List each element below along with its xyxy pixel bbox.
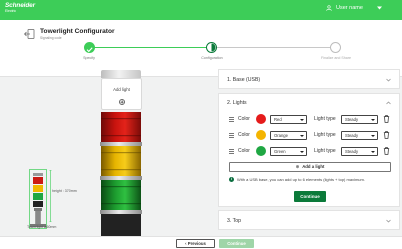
chevron-down-icon[interactable] [386, 219, 391, 223]
dropdown-arrow-icon [300, 134, 304, 137]
add-light-label: Add light [113, 87, 130, 92]
continue-button[interactable]: Continue [294, 191, 326, 202]
tower-caption: Towerlight ø60mm [27, 225, 57, 229]
light-type-value: Steady [345, 132, 359, 138]
trash-icon[interactable] [383, 147, 390, 155]
tower-cap [101, 70, 141, 78]
light-module-orange[interactable] [101, 146, 141, 176]
chevron-up-icon[interactable] [386, 101, 391, 105]
light-type-label: Light type [314, 148, 336, 154]
separator-ring [100, 142, 142, 146]
step-label-configuration: Configuration [201, 56, 223, 60]
color-select-value: Orange [274, 132, 288, 138]
step-label-finalize: Finalize and Share [321, 56, 351, 60]
info-icon: i [229, 177, 234, 182]
drag-handle-icon[interactable] [229, 117, 234, 122]
chevron-down-icon[interactable] [386, 78, 391, 82]
stepper-line-todo [217, 47, 335, 48]
separator-ring [100, 210, 142, 214]
section-top-title: 3. Top [227, 218, 242, 224]
dropdown-arrow-icon [300, 150, 304, 153]
exit-icon[interactable] [24, 29, 35, 39]
color-swatch [256, 146, 266, 156]
section-lights-title: 2. Lights [227, 100, 247, 106]
tower-base [101, 214, 141, 236]
height-label: height : 370mm [52, 189, 77, 193]
light-type-label: Light type [314, 132, 336, 138]
user-icon [326, 5, 332, 11]
page-subtitle: Signaling code [40, 36, 62, 40]
color-select[interactable]: Red [270, 114, 307, 124]
drag-handle-icon[interactable] [229, 133, 234, 138]
brand-sub: Electric [5, 9, 17, 14]
light-type-select[interactable]: Steady [341, 146, 378, 156]
light-row-orange: Color Orange Light type Steady [229, 130, 397, 140]
trash-icon[interactable] [383, 131, 390, 139]
chevron-down-icon [376, 6, 382, 10]
step-label-specify: Specify [83, 56, 95, 60]
brand-logo[interactable]: Schneider Electric [5, 2, 35, 14]
add-light-slot[interactable]: Add light [101, 78, 142, 110]
step-finalize-dot[interactable] [330, 42, 341, 53]
color-select-value: Red [274, 116, 282, 122]
plus-icon [118, 99, 125, 105]
color-select[interactable]: Orange [270, 130, 307, 140]
configuration-panel: 1. Base (USB) 2. Lights Color Red Light … [218, 69, 400, 230]
stepper-line-done [94, 47, 212, 48]
light-type-select[interactable]: Steady [341, 130, 378, 140]
height-dimension-line [49, 170, 52, 222]
color-swatch [256, 130, 266, 140]
trash-icon[interactable] [383, 115, 390, 123]
add-light-button-label: Add a light [302, 164, 325, 169]
light-type-value: Steady [345, 116, 359, 122]
light-type-select[interactable]: Steady [341, 114, 378, 124]
drag-handle-icon[interactable] [229, 149, 234, 154]
separator-ring [100, 176, 142, 180]
color-label: Color [238, 132, 250, 138]
footer-continue-button[interactable]: Continue [219, 239, 254, 248]
step-configuration-dot[interactable] [206, 42, 217, 53]
user-menu[interactable]: User name [326, 5, 386, 11]
light-module-green[interactable] [101, 180, 141, 210]
dropdown-arrow-icon [371, 118, 375, 121]
check-icon [86, 47, 93, 53]
footer-bar: ‹ Previous Continue [0, 236, 402, 249]
section-base[interactable]: 1. Base (USB) [218, 69, 400, 89]
color-select-value: Green [274, 148, 286, 154]
light-type-value: Steady [345, 148, 359, 154]
previous-button-label: Previous [187, 241, 206, 246]
dropdown-arrow-icon [371, 134, 375, 137]
color-select[interactable]: Green [270, 146, 307, 156]
light-row-red: Color Red Light type Steady [229, 114, 397, 124]
mini-tower-preview [29, 169, 47, 229]
step-specify-dot[interactable] [84, 42, 95, 53]
section-top[interactable]: 3. Top [218, 210, 400, 230]
top-bar: Schneider Electric User name [0, 0, 402, 20]
section-base-title: 1. Base (USB) [227, 77, 261, 83]
color-label: Color [238, 148, 250, 154]
color-label: Color [238, 116, 250, 122]
dropdown-arrow-icon [371, 150, 375, 153]
plus-icon: ⊕ [295, 164, 300, 169]
info-message: i With a USB base, you can add up to 6 e… [229, 177, 365, 182]
user-name: User name [336, 5, 363, 11]
add-light-button[interactable]: ⊕ Add a light [229, 162, 391, 172]
light-type-label: Light type [314, 116, 336, 122]
light-row-green: Color Green Light type Steady [229, 146, 397, 156]
page-title: Towerlight Configurator [40, 28, 115, 35]
previous-button[interactable]: ‹ Previous [176, 239, 215, 248]
light-module-red[interactable] [101, 112, 141, 142]
dropdown-arrow-icon [300, 118, 304, 121]
color-swatch [256, 114, 266, 124]
current-step-icon [211, 43, 216, 52]
section-lights: 2. Lights Color Red Light type Steady Co… [218, 93, 400, 207]
tower-preview[interactable] [96, 109, 146, 236]
info-text: With a USB base, you can add up to 6 ele… [237, 177, 365, 182]
